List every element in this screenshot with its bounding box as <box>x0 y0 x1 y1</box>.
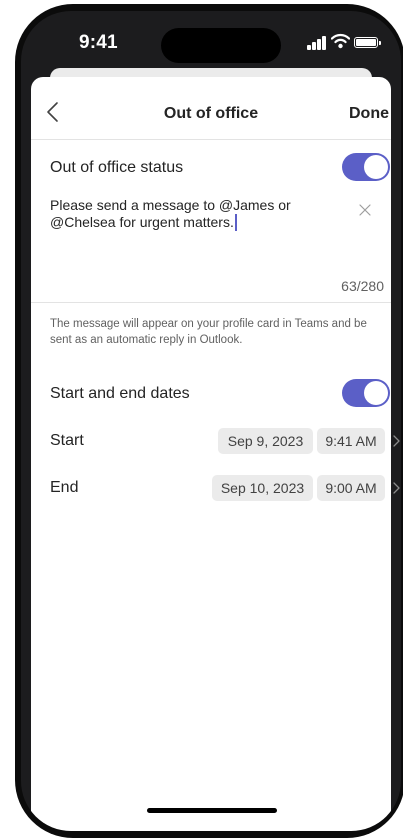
screen: 9:41 Out of office Done Out of office st <box>21 11 401 831</box>
helper-text: The message will appear on your profile … <box>50 318 367 346</box>
dynamic-island <box>161 28 281 63</box>
end-date-picker[interactable]: Sep 10, 2023 <box>212 475 313 501</box>
home-indicator[interactable] <box>147 808 277 813</box>
nav-bar: Out of office Done <box>31 77 391 140</box>
done-button[interactable]: Done <box>349 105 389 123</box>
status-time: 9:41 <box>79 32 118 53</box>
start-label: Start <box>50 432 84 449</box>
chevron-right-icon[interactable] <box>392 435 401 447</box>
message-input[interactable]: Please send a message to @James or @Chel… <box>50 197 315 231</box>
out-of-office-sheet: Out of office Done Out of office status … <box>31 77 400 831</box>
out-of-office-toggle[interactable] <box>342 153 390 181</box>
start-end-dates-toggle[interactable] <box>342 379 390 407</box>
end-time-picker[interactable]: 9:00 AM <box>317 475 385 501</box>
toggle-knob <box>364 155 388 179</box>
toggle-knob <box>364 381 388 405</box>
battery-icon <box>354 37 381 48</box>
start-time-picker[interactable]: 9:41 AM <box>317 428 385 454</box>
start-end-dates-label: Start and end dates <box>50 385 190 402</box>
start-date-picker[interactable]: Sep 9, 2023 <box>218 428 313 454</box>
end-label: End <box>50 479 79 496</box>
signal-icon <box>307 36 327 50</box>
close-icon[interactable] <box>358 203 372 217</box>
divider <box>31 302 391 303</box>
wifi-icon <box>331 33 350 49</box>
page-title: Out of office <box>163 105 259 122</box>
message-text: Please send a message to @James or @Chel… <box>50 197 291 230</box>
out-of-office-status-label: Out of office status <box>50 159 184 176</box>
status-bar: 9:41 <box>21 11 401 73</box>
chevron-right-icon[interactable] <box>392 482 401 494</box>
character-count: 63/280 <box>341 278 384 294</box>
text-caret <box>234 214 237 231</box>
